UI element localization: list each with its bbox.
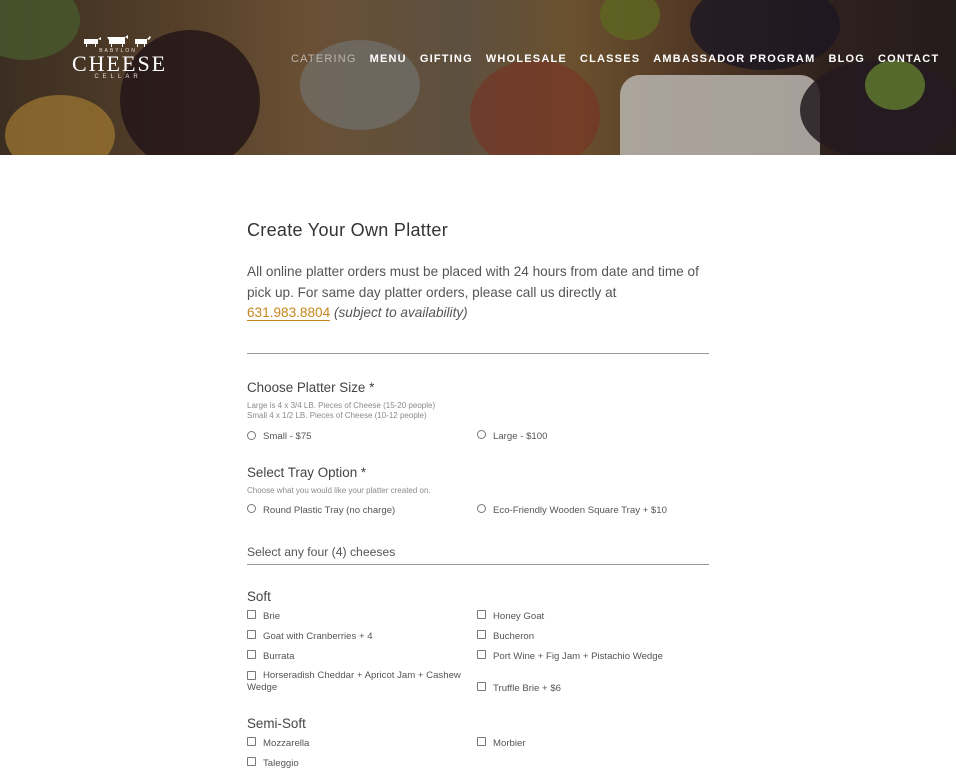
cheese-brie-label: Brie (263, 611, 281, 622)
checkbox-horseradish-cheddar[interactable] (247, 671, 256, 680)
cheese-honey-goat[interactable]: Honey Goat (477, 610, 544, 623)
option-small[interactable]: Small - $75 (247, 431, 312, 443)
tray-desc: Choose what you would like your platter … (247, 486, 431, 495)
option-large-label: Large - $100 (493, 431, 548, 442)
cheese-horseradish-cheddar[interactable]: Horseradish Cheddar + Apricot Jam + Cash… (247, 670, 473, 694)
checkbox-port-wine-fig[interactable] (477, 650, 486, 659)
platter-size-title: Choose Platter Size * (247, 380, 375, 395)
cheese-section-divider (247, 564, 709, 565)
radio-small[interactable] (247, 431, 256, 440)
cheese-truffle-brie-label: Truffle Brie + $6 (493, 683, 561, 694)
nav-item-contact[interactable]: CONTACT (878, 53, 939, 65)
checkbox-taleggio[interactable] (247, 757, 256, 766)
platter-size-desc-line2: Small 4 x 1/2 LB. Pieces of Cheese (10-1… (247, 411, 427, 420)
radio-wooden-tray[interactable] (477, 504, 486, 513)
phone-link[interactable]: 631.983.8804 (247, 305, 331, 321)
soft-title: Soft (247, 589, 271, 604)
animals-logo-icon (84, 35, 151, 47)
checkbox-burrata[interactable] (247, 650, 256, 659)
cheese-goat-cranberries[interactable]: Goat with Cranberries + 4 (247, 630, 373, 643)
option-small-label: Small - $75 (263, 431, 312, 442)
cheese-section-title: Select any four (4) cheeses (247, 545, 396, 559)
option-wooden-tray[interactable]: Eco-Friendly Wooden Square Tray + $10 (477, 504, 667, 517)
cheese-burrata[interactable]: Burrata (247, 650, 294, 663)
divider (247, 352, 709, 354)
checkbox-brie[interactable] (247, 610, 256, 619)
main-nav: CATERING MENU GIFTING WHOLESALE CLASSES … (291, 53, 952, 65)
checkbox-bucheron[interactable] (477, 630, 486, 639)
cheese-port-wine-fig-label: Port Wine + Fig Jam + Pistachio Wedge (493, 651, 663, 662)
cheese-morbier[interactable]: Morbier (477, 737, 526, 750)
cheese-horseradish-cheddar-label: Horseradish Cheddar + Apricot Jam + Cash… (247, 670, 461, 693)
nav-item-blog[interactable]: BLOG (828, 53, 865, 65)
cheese-bucheron[interactable]: Bucheron (477, 630, 534, 643)
nav-item-gifting[interactable]: GIFTING (420, 53, 473, 65)
option-round-plastic-tray[interactable]: Round Plastic Tray (no charge) (247, 504, 395, 517)
brand-logo[interactable]: BABYLON CHEESE CELLAR (72, 34, 168, 90)
option-round-plastic-tray-label: Round Plastic Tray (no charge) (263, 505, 396, 516)
nav-item-catering[interactable]: CATERING (291, 53, 357, 65)
cheese-morbier-label: Morbier (493, 738, 526, 749)
cheese-burrata-label: Burrata (263, 651, 295, 662)
checkbox-morbier[interactable] (477, 737, 486, 746)
checkbox-honey-goat[interactable] (477, 610, 486, 619)
checkbox-mozzarella[interactable] (247, 737, 256, 746)
page-title: Create Your Own Platter (247, 220, 449, 240)
cheese-bucheron-label: Bucheron (493, 631, 535, 642)
cheese-mozzarella-label: Mozzarella (263, 738, 310, 749)
cheese-port-wine-fig[interactable]: Port Wine + Fig Jam + Pistachio Wedge (477, 650, 663, 663)
nav-item-classes[interactable]: CLASSES (580, 53, 640, 65)
cheese-brie[interactable]: Brie (247, 610, 280, 623)
semi-soft-title: Semi-Soft (247, 716, 306, 731)
hero-banner: BABYLON CHEESE CELLAR CATERING MENU GIFT… (0, 0, 956, 155)
cheese-taleggio-label: Taleggio (263, 758, 299, 769)
cheese-honey-goat-label: Honey Goat (493, 611, 545, 622)
intro-text: All online platter orders must be placed… (247, 264, 699, 300)
cheese-mozzarella[interactable]: Mozzarella (247, 737, 309, 750)
intro-paragraph: All online platter orders must be placed… (247, 262, 709, 324)
checkbox-truffle-brie[interactable] (477, 682, 486, 691)
checkbox-goat-cranberries[interactable] (247, 630, 256, 639)
radio-round-plastic-tray[interactable] (247, 504, 256, 513)
cheese-taleggio[interactable]: Taleggio (247, 757, 299, 770)
availability-note: (subject to availability) (333, 305, 468, 320)
nav-item-menu[interactable]: MENU (370, 53, 407, 65)
cheese-goat-cranberries-label: Goat with Cranberries + 4 (263, 631, 373, 642)
logo-main-word: CHEESE (72, 51, 168, 76)
nav-item-ambassador-program[interactable]: AMBASSADOR PROGRAM (653, 53, 815, 65)
nav-item-wholesale[interactable]: WHOLESALE (486, 53, 567, 65)
platter-form: Create Your Own Platter All online platt… (247, 220, 709, 354)
tray-title: Select Tray Option * (247, 465, 367, 480)
platter-size-desc-line1: Large is 4 x 3/4 LB. Pieces of Cheese (1… (247, 401, 436, 410)
option-wooden-tray-label: Eco-Friendly Wooden Square Tray + $10 (493, 505, 667, 516)
radio-large[interactable] (477, 430, 486, 439)
cheese-truffle-brie[interactable]: Truffle Brie + $6 (477, 682, 561, 695)
option-large[interactable]: Large - $100 (477, 430, 547, 443)
